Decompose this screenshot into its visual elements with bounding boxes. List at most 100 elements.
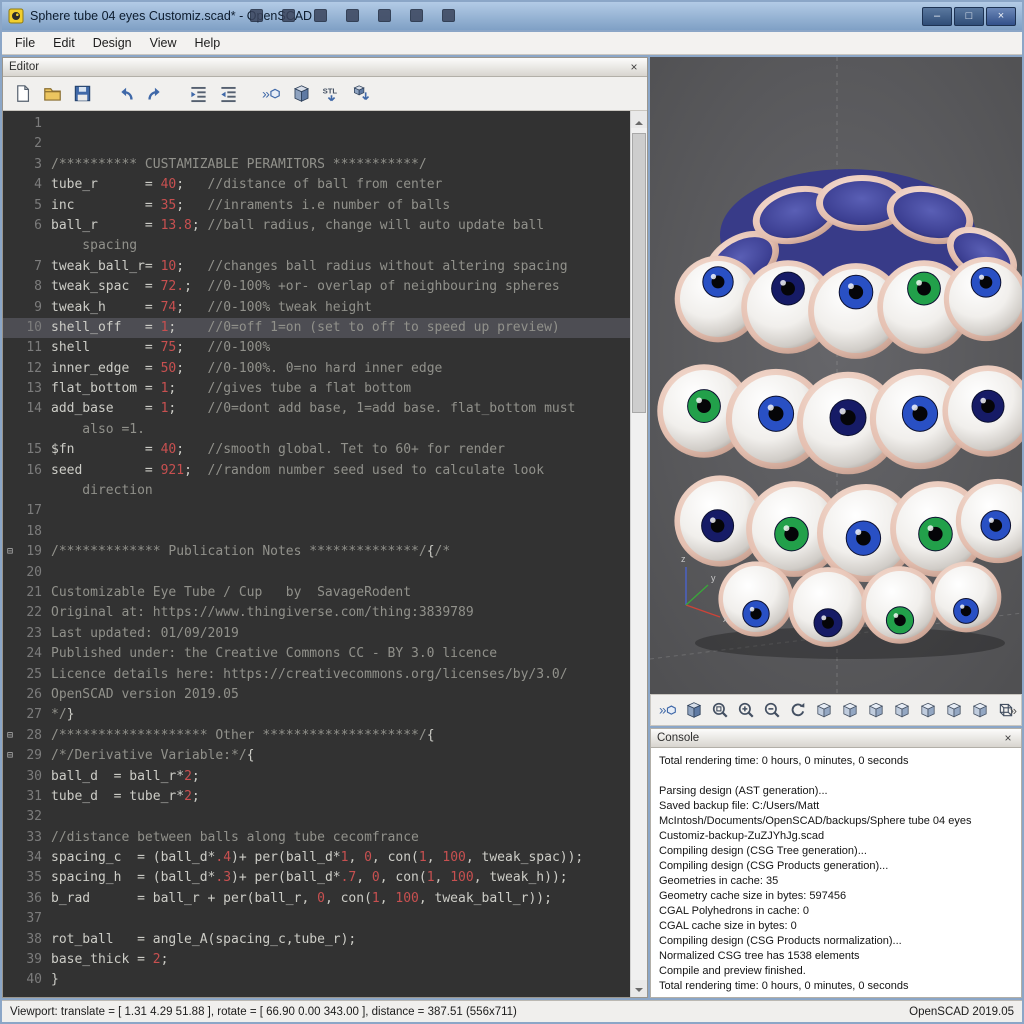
fold-marker-icon[interactable]: ⊟ [3, 542, 17, 562]
maximize-button[interactable]: □ [954, 7, 984, 26]
code-line[interactable]: also =1. [3, 420, 630, 440]
code-line[interactable]: 16 seed = 921; //random number seed used … [3, 461, 630, 481]
editor-close-icon[interactable]: × [627, 60, 641, 74]
code-line[interactable]: 30 ball_d = ball_r*2; [3, 767, 630, 787]
view-front-icon[interactable] [917, 700, 938, 721]
zoom-all-icon[interactable] [709, 700, 730, 721]
code-line[interactable]: 13 flat_bottom = 1; //gives tube a flat b… [3, 379, 630, 399]
code-line[interactable]: 24 Published under: the Creative Commons … [3, 644, 630, 664]
fold-marker-icon[interactable]: ⊟ [3, 746, 17, 766]
scroll-down-icon[interactable] [631, 980, 647, 997]
code-line[interactable]: ⊟ 19 /************* Publication Notes ****… [3, 542, 630, 562]
code-text: tube_r = 40; //distance of ball from cen… [51, 177, 443, 193]
scrollbar-thumb[interactable] [632, 133, 646, 413]
code-line[interactable]: ⊟ 28 /******************* Other **********… [3, 726, 630, 746]
view-top-icon[interactable] [839, 700, 860, 721]
view-bottom-icon[interactable] [865, 700, 886, 721]
code-line[interactable]: 25 Licence details here: https://creative… [3, 665, 630, 685]
code-line[interactable]: 11 shell = 75; //0-100% [3, 338, 630, 358]
code-line[interactable]: 3 /********** CUSTAMIZABLE PERAMITORS ***… [3, 155, 630, 175]
code-line[interactable]: 32 [3, 807, 630, 827]
code-line[interactable]: direction [3, 481, 630, 501]
view-right-icon[interactable] [813, 700, 834, 721]
unindent-icon[interactable] [217, 83, 239, 105]
code-line[interactable]: 9 tweak_h = 74; //0-100% tweak height [3, 298, 630, 318]
zoom-out-icon[interactable] [761, 700, 782, 721]
code-line[interactable]: 23 Last updated: 01/09/2019 [3, 624, 630, 644]
zoom-in-icon[interactable] [735, 700, 756, 721]
code-line[interactable]: 2 [3, 134, 630, 154]
code-line[interactable]: 31 tube_d = tube_r*2; [3, 787, 630, 807]
code-line[interactable]: 17 [3, 501, 630, 521]
code-line[interactable]: 40} [3, 970, 630, 990]
new-file-icon[interactable] [11, 83, 33, 105]
code-line[interactable]: 34 spacing_c = (ball_d*.4)+ per(ball_d*1,… [3, 848, 630, 868]
code-line[interactable]: 22 Original at: https://www.thingiverse.c… [3, 603, 630, 623]
console-close-icon[interactable]: × [1001, 731, 1015, 745]
gutter-space [3, 950, 17, 970]
redo-icon[interactable] [144, 83, 166, 105]
3d-model[interactable]: z x y [650, 57, 1022, 694]
editor-scrollbar[interactable] [630, 111, 647, 997]
code-line[interactable]: 12 inner_edge = 50; //0-100%. 0=no hard i… [3, 359, 630, 379]
code-line[interactable]: 10 shell_off = 1; //0=off 1=on (set to of… [3, 317, 630, 339]
code-line[interactable]: 6 ball_r = 13.8; //ball radius, change wi… [3, 216, 630, 236]
export-stl-icon[interactable] [320, 83, 342, 105]
code-line[interactable]: 38 rot_ball = angle_A(spacing_c,tube_r); [3, 930, 630, 950]
code-line[interactable]: ⊟ 29 /*/Derivative Variable:*/{ [3, 746, 630, 766]
code-line[interactable]: 4 tube_r = 40; //distance of ball from ce… [3, 175, 630, 195]
toolbar-overflow-icon[interactable]: » [1010, 703, 1017, 718]
code-line[interactable]: 36 b_rad = ball_r + per(ball_r, 0, con(1,… [3, 889, 630, 909]
code-line[interactable]: 21 Customizable Eye Tube / Cup by SavageR… [3, 583, 630, 603]
undo-icon[interactable] [114, 83, 136, 105]
code-line[interactable]: 5 inc = 35; //inraments i.e number of bal… [3, 196, 630, 216]
menu-edit[interactable]: Edit [44, 33, 84, 53]
view-diagonal-icon[interactable] [969, 700, 990, 721]
minimize-button[interactable]: – [922, 7, 952, 26]
preview-icon[interactable] [260, 83, 282, 105]
code-line[interactable]: 7 tweak_ball_r= 10; //changes ball radius… [3, 257, 630, 277]
code-line[interactable]: 37 [3, 909, 630, 929]
menu-design[interactable]: Design [84, 33, 141, 53]
code-line[interactable]: spacing [3, 236, 630, 256]
code-line[interactable]: 18 [3, 522, 630, 542]
indent-icon[interactable] [187, 83, 209, 105]
code-line[interactable]: 1 [3, 114, 630, 134]
svg-text:y: y [711, 573, 716, 583]
menu-help[interactable]: Help [186, 33, 230, 53]
preview-icon[interactable] [657, 700, 678, 721]
render-icon[interactable] [683, 700, 704, 721]
code-line[interactable]: 27 */} [3, 705, 630, 725]
code-line[interactable]: 39 base_thick = 2; [3, 950, 630, 970]
line-number: 29 [26, 748, 42, 764]
line-number: 39 [26, 952, 42, 968]
code-line[interactable]: 20 [3, 563, 630, 583]
code-line[interactable]: 14 add_base = 1; //0=dont add base, 1=add… [3, 399, 630, 419]
window-icon [378, 9, 391, 22]
menu-view[interactable]: View [141, 33, 186, 53]
code-editor[interactable]: 1 2 3/********** CUSTAMIZABLE PERAMITORS *… [3, 111, 647, 997]
save-file-icon[interactable] [71, 83, 93, 105]
line-number: 9 [34, 299, 42, 315]
viewport-status-text: Viewport: translate = [ 1.31 4.29 51.88 … [10, 1005, 517, 1018]
view-back-icon[interactable] [943, 700, 964, 721]
viewport-3d[interactable]: z x y [650, 57, 1022, 694]
code-line[interactable]: 33 //distance between balls along tube ce… [3, 828, 630, 848]
export-image-icon[interactable] [350, 83, 372, 105]
code-line[interactable]: 8 tweak_spac = 72.; //0-100% +or- overlap… [3, 277, 630, 297]
fold-marker-icon[interactable]: ⊟ [3, 726, 17, 746]
open-file-icon[interactable] [41, 83, 63, 105]
render-icon[interactable] [290, 83, 312, 105]
code-line[interactable]: 15 $fn = 40; //smooth global. Tet to 60+ … [3, 440, 630, 460]
console-line: Compiling design (CSG Products generatio… [659, 860, 889, 872]
window-icon [346, 9, 359, 22]
close-button[interactable]: × [986, 7, 1016, 26]
scroll-up-icon[interactable] [631, 111, 647, 128]
menu-file[interactable]: File [6, 33, 44, 53]
code-line[interactable]: 26 OpenSCAD version 2019.05 [3, 685, 630, 705]
view-left-icon[interactable] [891, 700, 912, 721]
reset-view-icon[interactable] [787, 700, 808, 721]
code-line[interactable]: 35 spacing_h = (ball_d*.3)+ per(ball_d*.7… [3, 868, 630, 888]
